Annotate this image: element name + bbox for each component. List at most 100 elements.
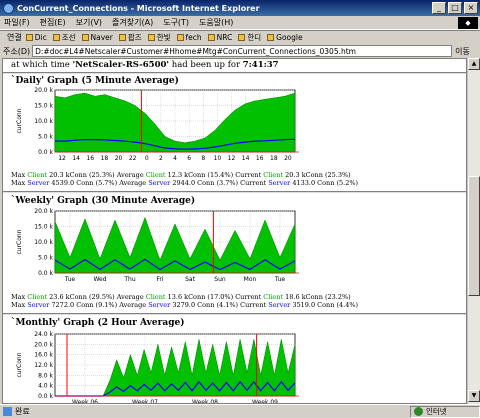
- links-label: 연결: [7, 33, 22, 42]
- vertical-scrollbar[interactable]: ▲ ▼: [467, 58, 480, 404]
- go-button[interactable]: 이동: [455, 46, 470, 57]
- links-bar: 연결 Dic 조선 Naver 팝즈 한빛 fech NRC 한디 Google: [0, 30, 480, 44]
- y-axis-label: curConn: [16, 352, 23, 377]
- page-done-icon: [3, 407, 12, 416]
- x-tick-label: 18: [270, 155, 278, 162]
- link-naver[interactable]: Naver: [81, 33, 113, 42]
- divider: [3, 72, 466, 74]
- y-tick-label: 10.0 k: [34, 239, 53, 246]
- x-tick-label: 0: [145, 155, 149, 162]
- y-axis-label: curConn: [16, 108, 23, 133]
- link-icon: [118, 34, 126, 41]
- x-tick-label: Tue: [64, 276, 76, 283]
- y-tick-label: 15.0 k: [34, 224, 53, 231]
- link-icon: [147, 34, 155, 41]
- y-tick-label: 8.0 k: [38, 372, 53, 379]
- menu-help[interactable]: 도움말(H): [199, 17, 233, 28]
- x-tick-label: 4: [173, 155, 177, 162]
- x-tick-label: Fri: [156, 276, 163, 283]
- x-tick-label: 20: [284, 155, 292, 162]
- y-tick-label: 20.0 k: [34, 341, 53, 348]
- address-input[interactable]: D:#doc#L4#Netscaler#Customer#Hhome#Mtg#C…: [32, 45, 453, 57]
- divider: [3, 191, 466, 193]
- y-tick-label: 24.0 k: [34, 331, 53, 338]
- weekly-graph: 0.0 k 5.0 k 10.0 k 15.0 k 20.0 k curConn Tue We…: [16, 208, 299, 283]
- x-tick-label: 14: [72, 155, 80, 162]
- link-handi[interactable]: 한디: [238, 32, 261, 43]
- scroll-down-button[interactable]: ▼: [468, 390, 480, 402]
- link-icon: [52, 34, 60, 41]
- title-bar: ConCurrent_Connections - Microsoft Inter…: [0, 0, 480, 16]
- x-tick-label: 22: [129, 155, 137, 162]
- link-icon: [238, 34, 246, 41]
- menu-tools[interactable]: 도구(T): [163, 17, 189, 28]
- y-tick-label: 4.0 k: [38, 383, 53, 390]
- x-tick-label: 2: [159, 155, 163, 162]
- x-tick-label: 12: [228, 155, 236, 162]
- weekly-title: `Weekly' Graph (30 Minute Average): [11, 196, 196, 206]
- link-chosun[interactable]: 조선: [52, 32, 76, 43]
- intro-text: at which time 'NetScaler-RS-6500' had be…: [11, 60, 279, 70]
- y-tick-label: 20.0 k: [34, 87, 53, 94]
- scroll-thumb[interactable]: [468, 176, 480, 296]
- x-tick-label: 8: [201, 155, 205, 162]
- daily-graph: 0.0 k 5.0 k 10.0 k 15.0 k 20.0 k curConn 12 14 1…: [16, 87, 299, 162]
- menu-view[interactable]: 보기(V): [76, 17, 102, 28]
- link-nrc[interactable]: NRC: [207, 33, 232, 42]
- link-dic[interactable]: Dic: [25, 33, 47, 42]
- weekly-stats: Max Client 23.6 kConn (29.5%) Average Cl…: [11, 293, 359, 309]
- link-icon: [176, 34, 184, 41]
- link-google[interactable]: Google: [267, 33, 303, 42]
- y-tick-label: 15.0 k: [34, 103, 53, 110]
- security-zone: 인터넷: [410, 405, 480, 418]
- monthly-graph: 0.0 k 4.0 k 8.0 k 12.0 k 16.0 k 20.0 k 24.0 k c…: [16, 331, 299, 403]
- link-icon: [267, 34, 275, 41]
- status-text: 완료: [15, 407, 30, 416]
- windows-logo-icon: ◆: [458, 17, 478, 29]
- y-tick-label: 20.0 k: [34, 208, 53, 215]
- link-popz[interactable]: 팝즈: [118, 32, 142, 43]
- y-tick-label: 0.0 k: [38, 393, 53, 400]
- address-label: 주소(D): [3, 46, 31, 56]
- y-tick-label: 0.0 k: [38, 270, 53, 277]
- y-tick-label: 16.0 k: [34, 352, 53, 359]
- divider: [3, 313, 466, 315]
- x-tick-label: 6: [187, 155, 191, 162]
- x-tick-label: 16: [256, 155, 264, 162]
- menu-favorites[interactable]: 즐겨찾기(A): [112, 17, 153, 28]
- link-icon: [25, 34, 33, 41]
- link-icon: [207, 34, 215, 41]
- x-tick-label: Sat: [185, 276, 195, 283]
- x-tick-label: 10: [214, 155, 222, 162]
- host-name: 'NetScaler-RS-6500': [72, 60, 170, 70]
- y-tick-label: 10.0 k: [34, 118, 53, 125]
- y-axis-label: curConn: [16, 229, 23, 254]
- y-tick-label: 5.0 k: [38, 134, 53, 141]
- x-tick-label: Mon: [244, 276, 257, 283]
- y-tick-label: 5.0 k: [38, 255, 53, 262]
- daily-title: `Daily' Graph (5 Minute Average): [11, 76, 179, 86]
- menu-file[interactable]: 파일(F): [4, 17, 30, 28]
- x-tick-label: 16: [86, 155, 94, 162]
- minimize-button[interactable]: _: [432, 2, 446, 14]
- x-tick-label: 12: [58, 155, 66, 162]
- x-tick-label: 20: [115, 155, 123, 162]
- daily-stats: Max Client 20.3 kConn (25.3%) Average Cl…: [11, 171, 359, 187]
- link-hanbit[interactable]: 한빛: [147, 32, 171, 43]
- menu-bar: 파일(F) 편집(E) 보기(V) 즐겨찾기(A) 도구(T) 도움말(H): [0, 16, 480, 30]
- link-icon: [81, 34, 89, 41]
- ie-icon: [3, 2, 14, 14]
- x-tick-label: 14: [242, 155, 250, 162]
- link-fech[interactable]: fech: [176, 33, 202, 42]
- monthly-title: `Monthly' Graph (2 Hour Average): [11, 318, 185, 328]
- window-title: ConCurrent_Connections - Microsoft Inter…: [17, 3, 260, 13]
- close-button[interactable]: ×: [464, 2, 478, 14]
- page-content: at which time 'NetScaler-RS-6500' had be…: [2, 58, 467, 404]
- scroll-up-button[interactable]: ▲: [468, 58, 480, 70]
- x-tick-label: Thu: [123, 276, 135, 283]
- menu-edit[interactable]: 편집(E): [40, 17, 66, 28]
- x-tick-label: Sun: [214, 276, 226, 283]
- y-tick-label: 12.0 k: [34, 362, 53, 369]
- maximize-button[interactable]: □: [448, 2, 462, 14]
- y-tick-label: 0.0 k: [38, 149, 53, 156]
